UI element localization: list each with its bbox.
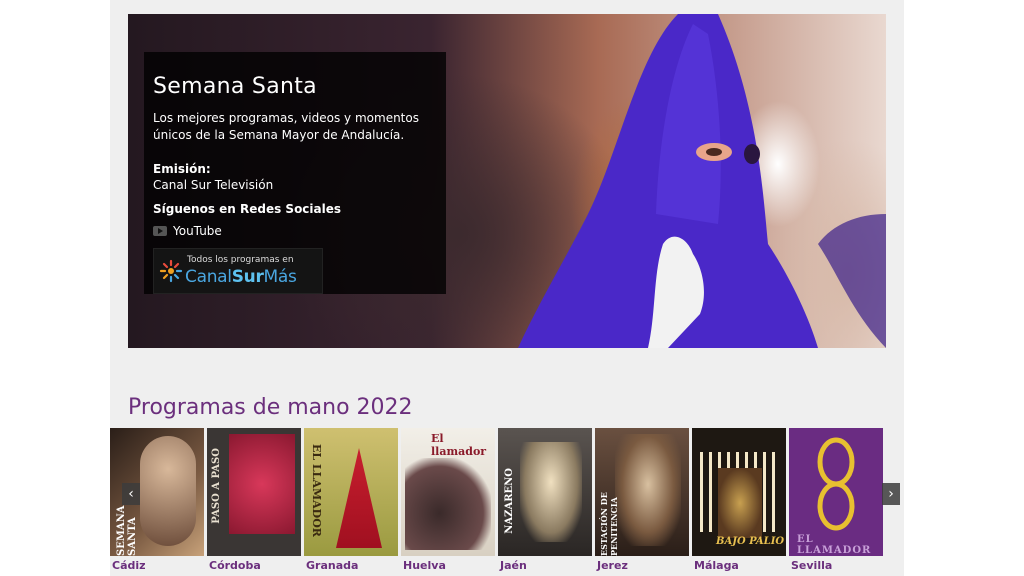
program-cover: NAZARENO bbox=[498, 428, 592, 556]
youtube-link[interactable]: YouTube bbox=[153, 224, 222, 238]
nazareno-figure bbox=[518, 14, 886, 348]
program-cover: ESTACIÓN DE PENITENCIA bbox=[595, 428, 689, 556]
hero-description: Los mejores programas, videos y momentos… bbox=[153, 111, 419, 142]
program-city: Jerez bbox=[597, 559, 628, 572]
page-content: Semana Santa Los mejores programas, vide… bbox=[110, 0, 904, 576]
programs-section-title: Programas de mano 2022 bbox=[128, 395, 413, 420]
canalsurmas-brand: CanalSurMás bbox=[185, 267, 297, 287]
program-city: Jaén bbox=[500, 559, 527, 572]
program-card[interactable]: EL LLAMADOR Sevilla bbox=[789, 428, 883, 572]
canalsurmas-tagline: Todos los programas en bbox=[187, 255, 294, 265]
program-card[interactable]: BAJO PALIO Málaga bbox=[692, 428, 786, 572]
emision-label: Emisión: bbox=[153, 162, 211, 176]
program-city: Cádiz bbox=[112, 559, 146, 572]
hero-info-box: Semana Santa Los mejores programas, vide… bbox=[144, 52, 446, 294]
program-city: Córdoba bbox=[209, 559, 261, 572]
program-card[interactable]: NAZARENO Jaén bbox=[498, 428, 592, 572]
youtube-icon bbox=[153, 226, 167, 236]
program-cover: EL LLAMADOR bbox=[304, 428, 398, 556]
program-card[interactable]: PASO A PASO Córdoba bbox=[207, 428, 301, 572]
youtube-label: YouTube bbox=[173, 224, 222, 238]
program-city: Huelva bbox=[403, 559, 446, 572]
program-city: Granada bbox=[306, 559, 359, 572]
carousel-next-button[interactable]: › bbox=[882, 483, 900, 505]
program-card[interactable]: El llamador Huelva bbox=[401, 428, 495, 572]
program-card[interactable]: EL LLAMADOR Granada bbox=[304, 428, 398, 572]
program-cover: PASO A PASO bbox=[207, 428, 301, 556]
carousel-prev-button[interactable]: ‹ bbox=[122, 483, 140, 505]
emision-value: Canal Sur Televisión bbox=[153, 178, 274, 192]
social-label: Síguenos en Redes Sociales bbox=[153, 202, 342, 216]
hero-banner: Semana Santa Los mejores programas, vide… bbox=[128, 14, 886, 348]
program-cover: EL LLAMADOR bbox=[789, 428, 883, 556]
program-city: Málaga bbox=[694, 559, 739, 572]
hero-title: Semana Santa bbox=[153, 74, 317, 99]
program-city: Sevilla bbox=[791, 559, 833, 572]
program-cover: El llamador bbox=[401, 428, 495, 556]
programs-carousel: SEMANA SANTA Cádiz PASO A PASO Córdoba E… bbox=[102, 428, 896, 576]
program-card[interactable]: ESTACIÓN DE PENITENCIA Jerez bbox=[595, 428, 689, 572]
canalsurmas-link[interactable]: Todos los programas en CanalSurMás bbox=[153, 248, 323, 294]
program-cover: BAJO PALIO bbox=[692, 428, 786, 556]
canalsur-logo-icon bbox=[159, 259, 183, 283]
